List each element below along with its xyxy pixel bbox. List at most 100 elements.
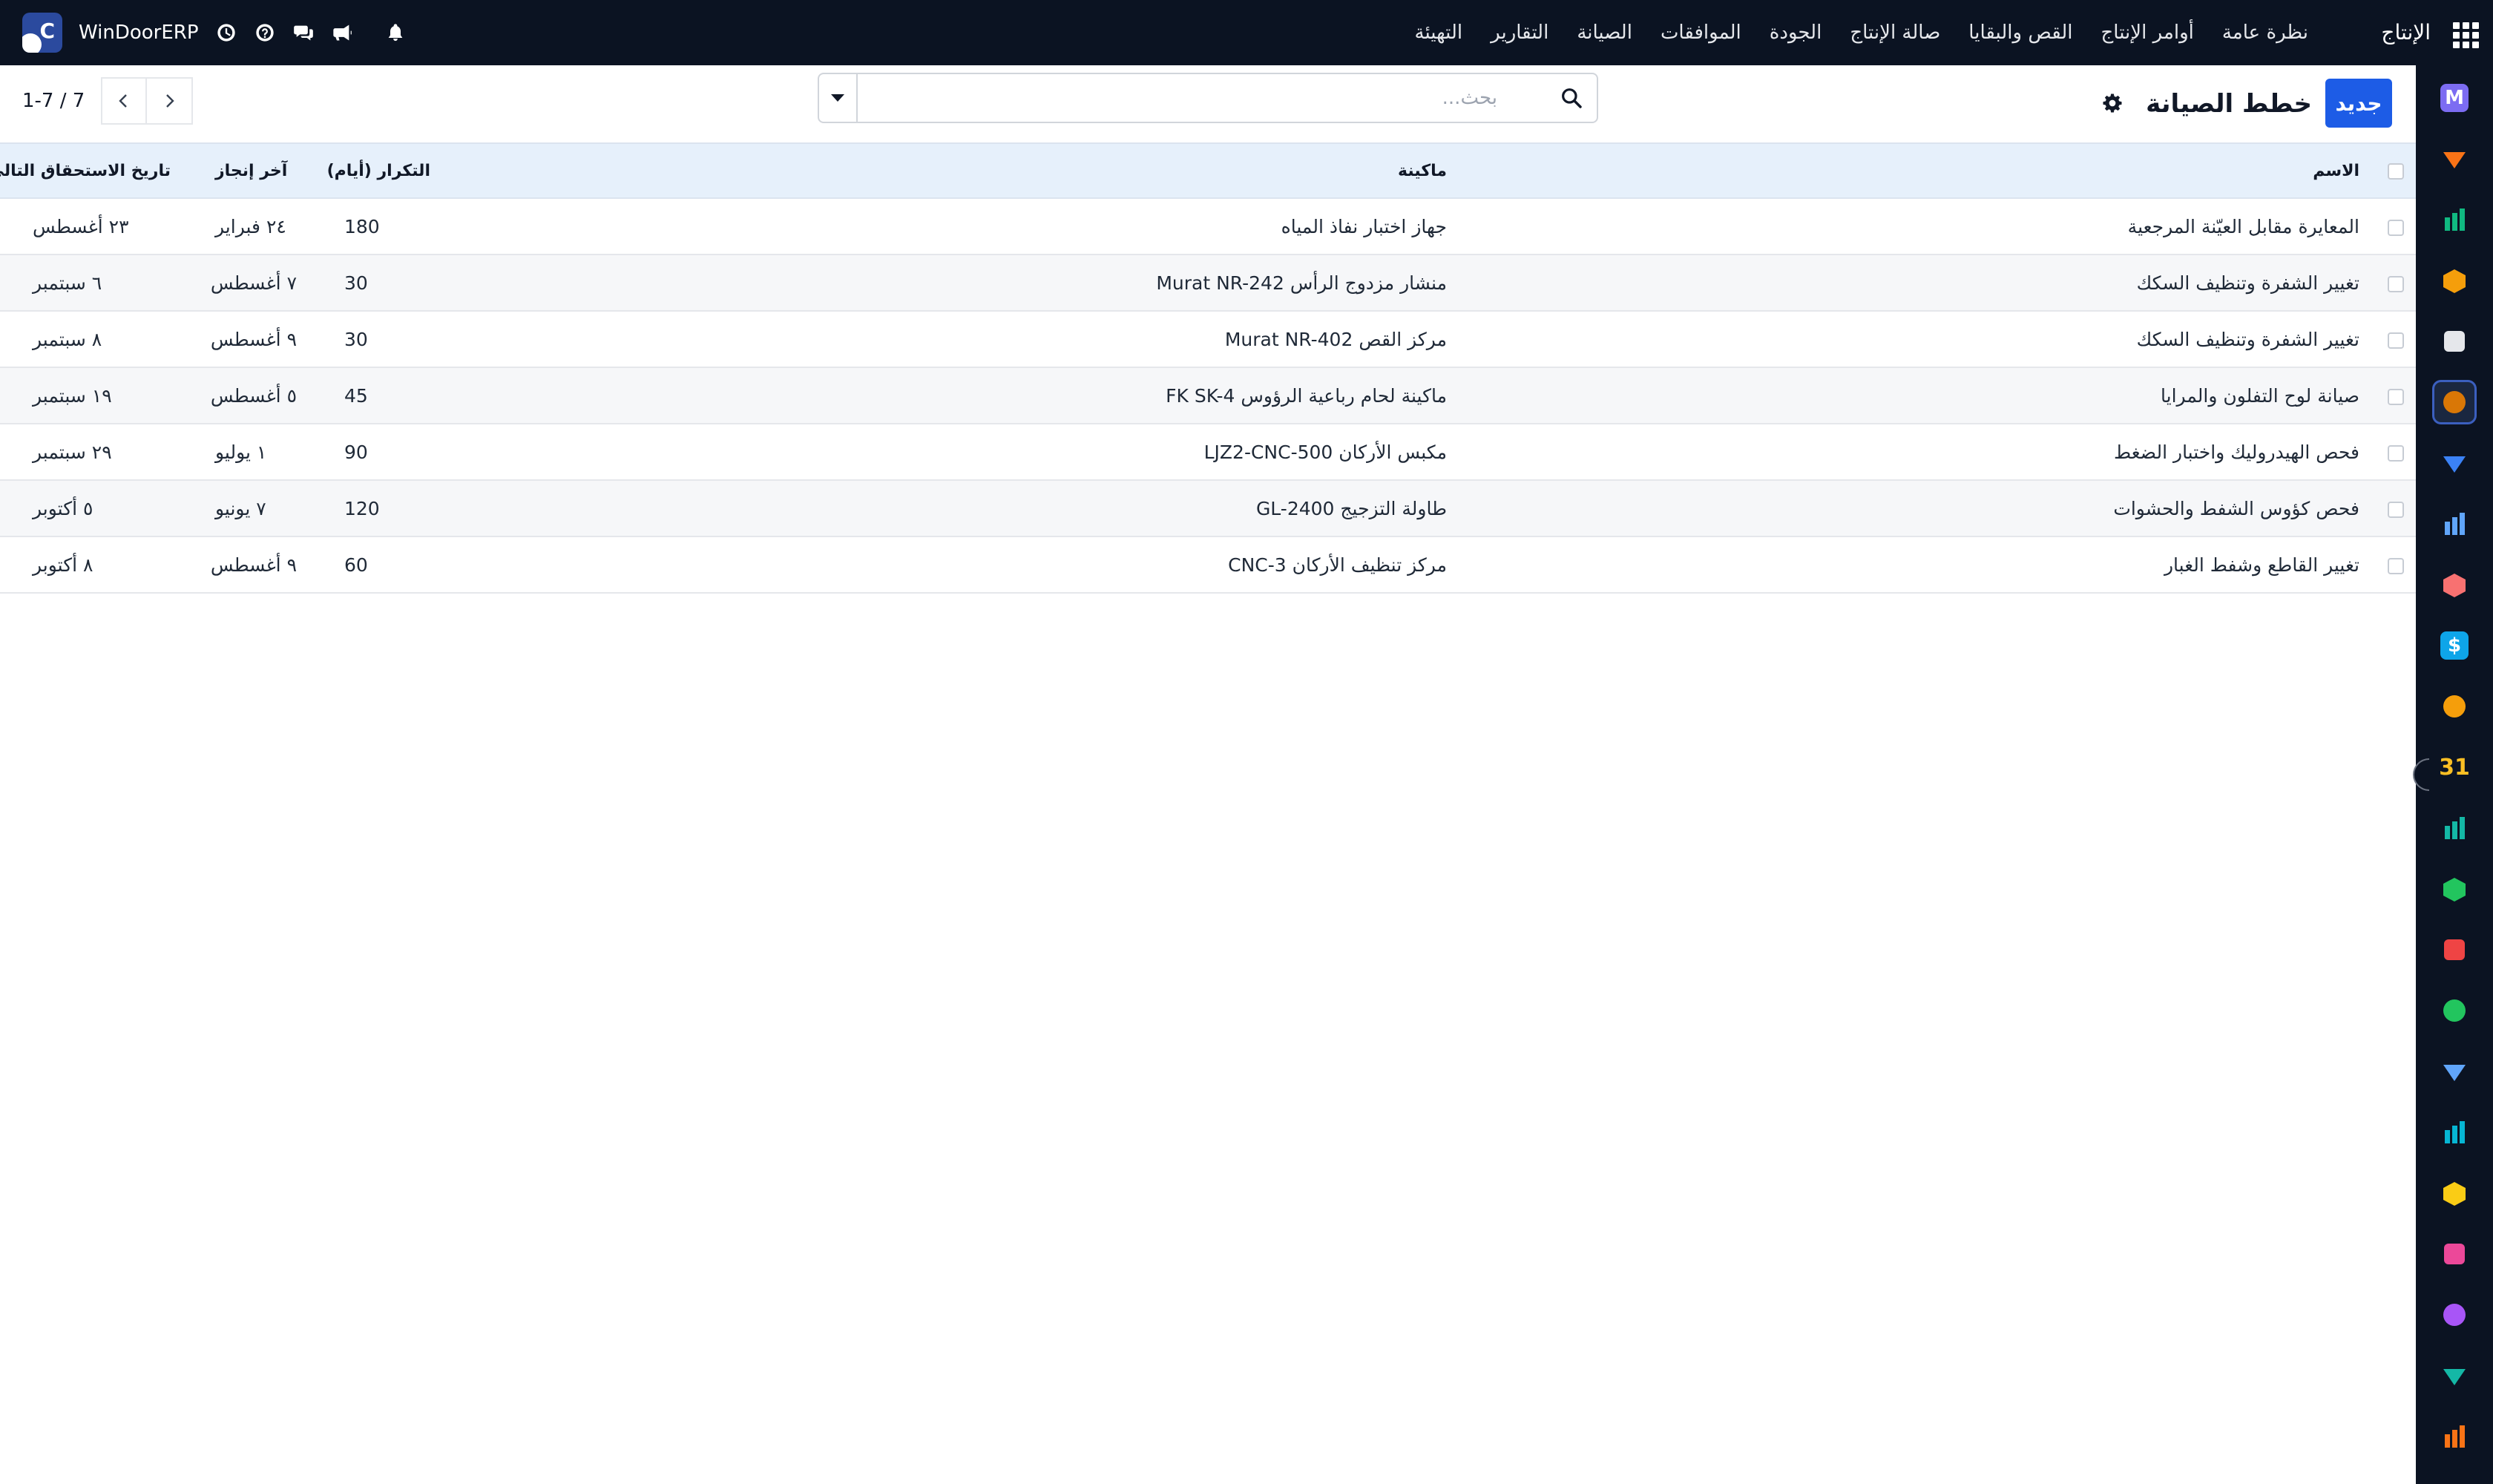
pager-value[interactable]: 1-7 / 7 [22, 90, 85, 112]
row-checkbox[interactable] [2388, 219, 2404, 236]
cell-next-due: ٥ أكتوبر [33, 497, 93, 519]
cell-name: صيانة لوح التفلون والمرايا [2161, 384, 2359, 407]
table-row[interactable]: فحص الهيدروليك واختبار الضغط مكبس الأركا… [0, 424, 2416, 480]
cell-machine: مركز تنظيف الأركان CNC-3 [1228, 554, 1447, 576]
products-app-icon[interactable] [2432, 562, 2477, 607]
cell-name: تغيير الشفرة وتنظيف السكك [2136, 272, 2359, 294]
cell-name: فحص كؤوس الشفط والحشوات [2113, 497, 2359, 519]
cell-name: تغيير الشفرة وتنظيف السكك [2136, 328, 2359, 350]
menu-item-production-orders[interactable]: أوامر الإنتاج [2087, 0, 2208, 65]
cell-name: تغيير القاطع وشفط الغبار [2164, 554, 2359, 576]
contacts-app-icon[interactable] [2432, 867, 2477, 911]
column-header-next-due[interactable]: تاريخ الاستحقاق التالي [0, 143, 183, 198]
reports-app-icon-glyph [2440, 266, 2469, 295]
column-header-frequency[interactable]: التكرار (أيام) [309, 143, 442, 198]
mail-app-icon-glyph: M [2440, 84, 2469, 112]
sign-app-icon[interactable] [2432, 806, 2477, 850]
row-checkbox[interactable] [2388, 444, 2404, 462]
row-checkbox[interactable] [2388, 275, 2404, 292]
reports-app-icon[interactable] [2432, 258, 2477, 303]
mail-app-icon[interactable]: M [2432, 76, 2477, 120]
quality-app-icon[interactable] [2432, 441, 2477, 485]
inventory-app-icon[interactable] [2432, 319, 2477, 364]
row-checkbox[interactable] [2388, 388, 2404, 405]
email-marketing-app-icon[interactable] [2432, 1171, 2477, 1215]
calendar-app-icon-glyph: 31 [2439, 754, 2470, 781]
search-icon[interactable] [1560, 86, 1583, 110]
cell-frequency: 90 [344, 441, 368, 463]
table-row[interactable]: المعايرة مقابل العيّنة المرجعية جهاز اخت… [0, 198, 2416, 255]
table-row[interactable]: تغيير الشفرة وتنظيف السكك مركز القص Mura… [0, 311, 2416, 367]
chat-icon[interactable] [292, 22, 315, 44]
cell-last-done: ٢٤ فبراير [215, 215, 286, 237]
table-row[interactable]: فحص كؤوس الشفط والحشوات طاولة التزجيج GL… [0, 480, 2416, 536]
settings-app-icon[interactable] [2432, 1414, 2477, 1459]
table-row[interactable]: تغيير القاطع وشفط الغبار مركز تنظيف الأر… [0, 536, 2416, 593]
pager-next-button[interactable] [147, 77, 194, 125]
search-input[interactable] [859, 74, 1549, 122]
website-app-icon[interactable] [2432, 1110, 2477, 1155]
bell-icon[interactable] [384, 22, 407, 44]
help-icon[interactable] [254, 22, 276, 44]
company-name[interactable]: WinDoorERP [79, 22, 199, 44]
gear-icon[interactable] [2101, 92, 2124, 114]
menu-item-approvals[interactable]: الموافقات [1646, 0, 1755, 65]
table-row[interactable]: صيانة لوح التفلون والمرايا ماكينة لحام ر… [0, 367, 2416, 424]
quality-app-icon-glyph [2440, 449, 2469, 477]
whatsapp-app-icon[interactable] [2432, 988, 2477, 1033]
row-checkbox[interactable] [2388, 332, 2404, 349]
cell-name: فحص الهيدروليك واختبار الضغط [2114, 441, 2359, 463]
cell-last-done: ١ يوليو [215, 441, 267, 463]
megaphone-icon[interactable] [331, 22, 353, 44]
cell-next-due: ٦ سبتمبر [33, 272, 102, 294]
discuss-app-icon[interactable] [2432, 137, 2477, 181]
menu-item-reports[interactable]: التقارير [1477, 0, 1563, 65]
search-options-toggle[interactable] [819, 74, 858, 122]
chevron-left-icon [119, 94, 128, 108]
knowledge-app-icon-glyph [2440, 510, 2469, 538]
dashboards-app-icon-glyph [2440, 936, 2469, 964]
app-switcher-grid-icon[interactable] [2448, 18, 2479, 48]
spreadsheet-app-icon[interactable] [2432, 1353, 2477, 1398]
menu-item-cutting-offcuts[interactable]: القص والبقايا [1954, 0, 2086, 65]
tasks-app-icon[interactable] [2432, 197, 2477, 242]
cell-last-done: ٧ أغسطس [210, 272, 297, 294]
menu-item-configuration[interactable]: التهيئة [1401, 0, 1477, 65]
column-header-name[interactable]: الاسم [1459, 143, 2371, 198]
control-panel: جديد خطط الصيانة 1-7 / 7 [0, 65, 2416, 142]
menu-item-overview[interactable]: نظرة عامة [2208, 0, 2322, 65]
menu-item-maintenance[interactable]: الصيانة [1563, 0, 1646, 65]
row-checkbox[interactable] [2388, 557, 2404, 574]
timesheet-app-icon[interactable] [2432, 1049, 2477, 1094]
dashboards-app-icon[interactable] [2432, 928, 2477, 972]
inventory-app-icon-glyph [2440, 327, 2469, 355]
menu-item-shop-floor[interactable]: صالة الإنتاج [1836, 0, 1954, 65]
pager-previous-button[interactable] [101, 77, 148, 125]
select-all-checkbox[interactable] [2388, 162, 2404, 180]
discuss-app-icon-glyph [2440, 145, 2469, 173]
new-button[interactable]: جديد [2325, 79, 2392, 128]
cell-next-due: ٢٣ أغسطس [33, 215, 129, 237]
table-row[interactable]: تغيير الشفرة وتنظيف السكك منشار مزدوج ال… [0, 255, 2416, 311]
invoicing-app-icon[interactable]: $ [2432, 623, 2477, 668]
apps-store-icon[interactable] [2432, 1293, 2477, 1337]
planning-app-icon[interactable] [2432, 1232, 2477, 1276]
column-header-machine[interactable]: ماكينة [442, 143, 1459, 198]
cell-last-done: ٩ أغسطس [210, 554, 297, 576]
cell-frequency: 30 [344, 328, 368, 350]
production-app-icon[interactable] [2432, 380, 2477, 424]
menu-item-quality[interactable]: الجودة [1755, 0, 1836, 65]
clock-icon[interactable] [215, 22, 237, 44]
row-checkbox[interactable] [2388, 501, 2404, 518]
company-logo[interactable]: C [22, 13, 62, 53]
calendar-app-icon[interactable]: 31 [2432, 745, 2477, 789]
column-header-last-done[interactable]: آخر إنجاز [183, 143, 309, 198]
knowledge-app-icon[interactable] [2432, 502, 2477, 546]
systray: C WinDoorERP [22, 0, 407, 65]
maintenance-plans-list: الاسم ماكينة التكرار (أيام) آخر إنجاز تا… [0, 142, 2416, 594]
table-header-row: الاسم ماكينة التكرار (أيام) آخر إنجاز تا… [0, 143, 2416, 198]
cell-machine: طاولة التزجيج GL-2400 [1255, 497, 1447, 519]
spreadsheet-app-icon-glyph [2440, 1362, 2469, 1390]
employees-app-icon[interactable] [2432, 684, 2477, 729]
app-title[interactable]: الإنتاج [2381, 0, 2431, 65]
